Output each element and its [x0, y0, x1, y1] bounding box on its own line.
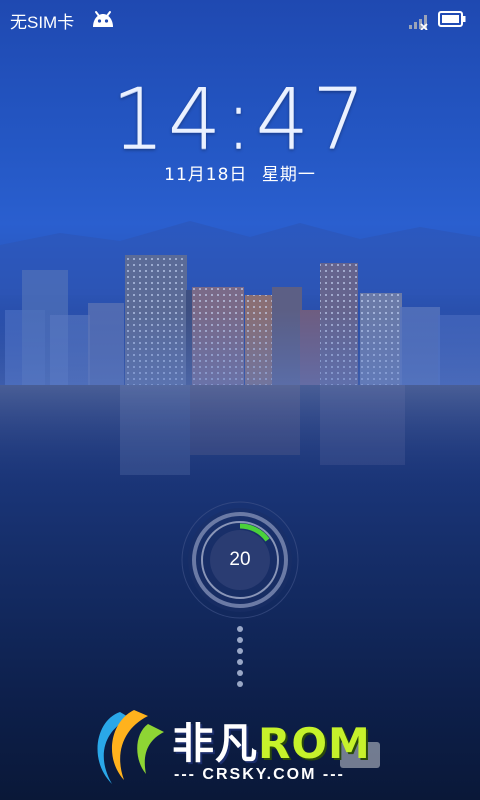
watermark-name-part1: 非凡: [172, 719, 259, 768]
swipe-dot: [237, 637, 243, 643]
signal-icon: [409, 15, 428, 30]
swipe-dot: [237, 648, 243, 654]
weekday-text: 星期一: [261, 165, 316, 185]
swipe-dot: [237, 626, 243, 632]
swipe-dot: [237, 670, 243, 676]
watermark-name: 非凡ROM: [172, 710, 371, 771]
date-text: 11月18日: [164, 165, 248, 185]
status-bar: 无SIM卡: [0, 0, 480, 38]
android-debug-icon: [93, 11, 113, 27]
carrier-label: 无SIM卡: [10, 13, 75, 32]
lockscreen-date: 11月18日 星期一: [0, 160, 480, 185]
swipe-track: [235, 626, 245, 706]
unlock-counter: 20: [229, 549, 251, 570]
battery-icon: [438, 11, 466, 27]
lockscreen-clock: 14:47: [111, 70, 369, 168]
swipe-dot: [237, 681, 243, 687]
city-skyline-image: [0, 221, 480, 495]
watermark-name-part2: ROM: [258, 719, 371, 768]
swipe-dot: [237, 659, 243, 665]
watermark-site: --- CRSKY.COM ---: [174, 766, 345, 783]
